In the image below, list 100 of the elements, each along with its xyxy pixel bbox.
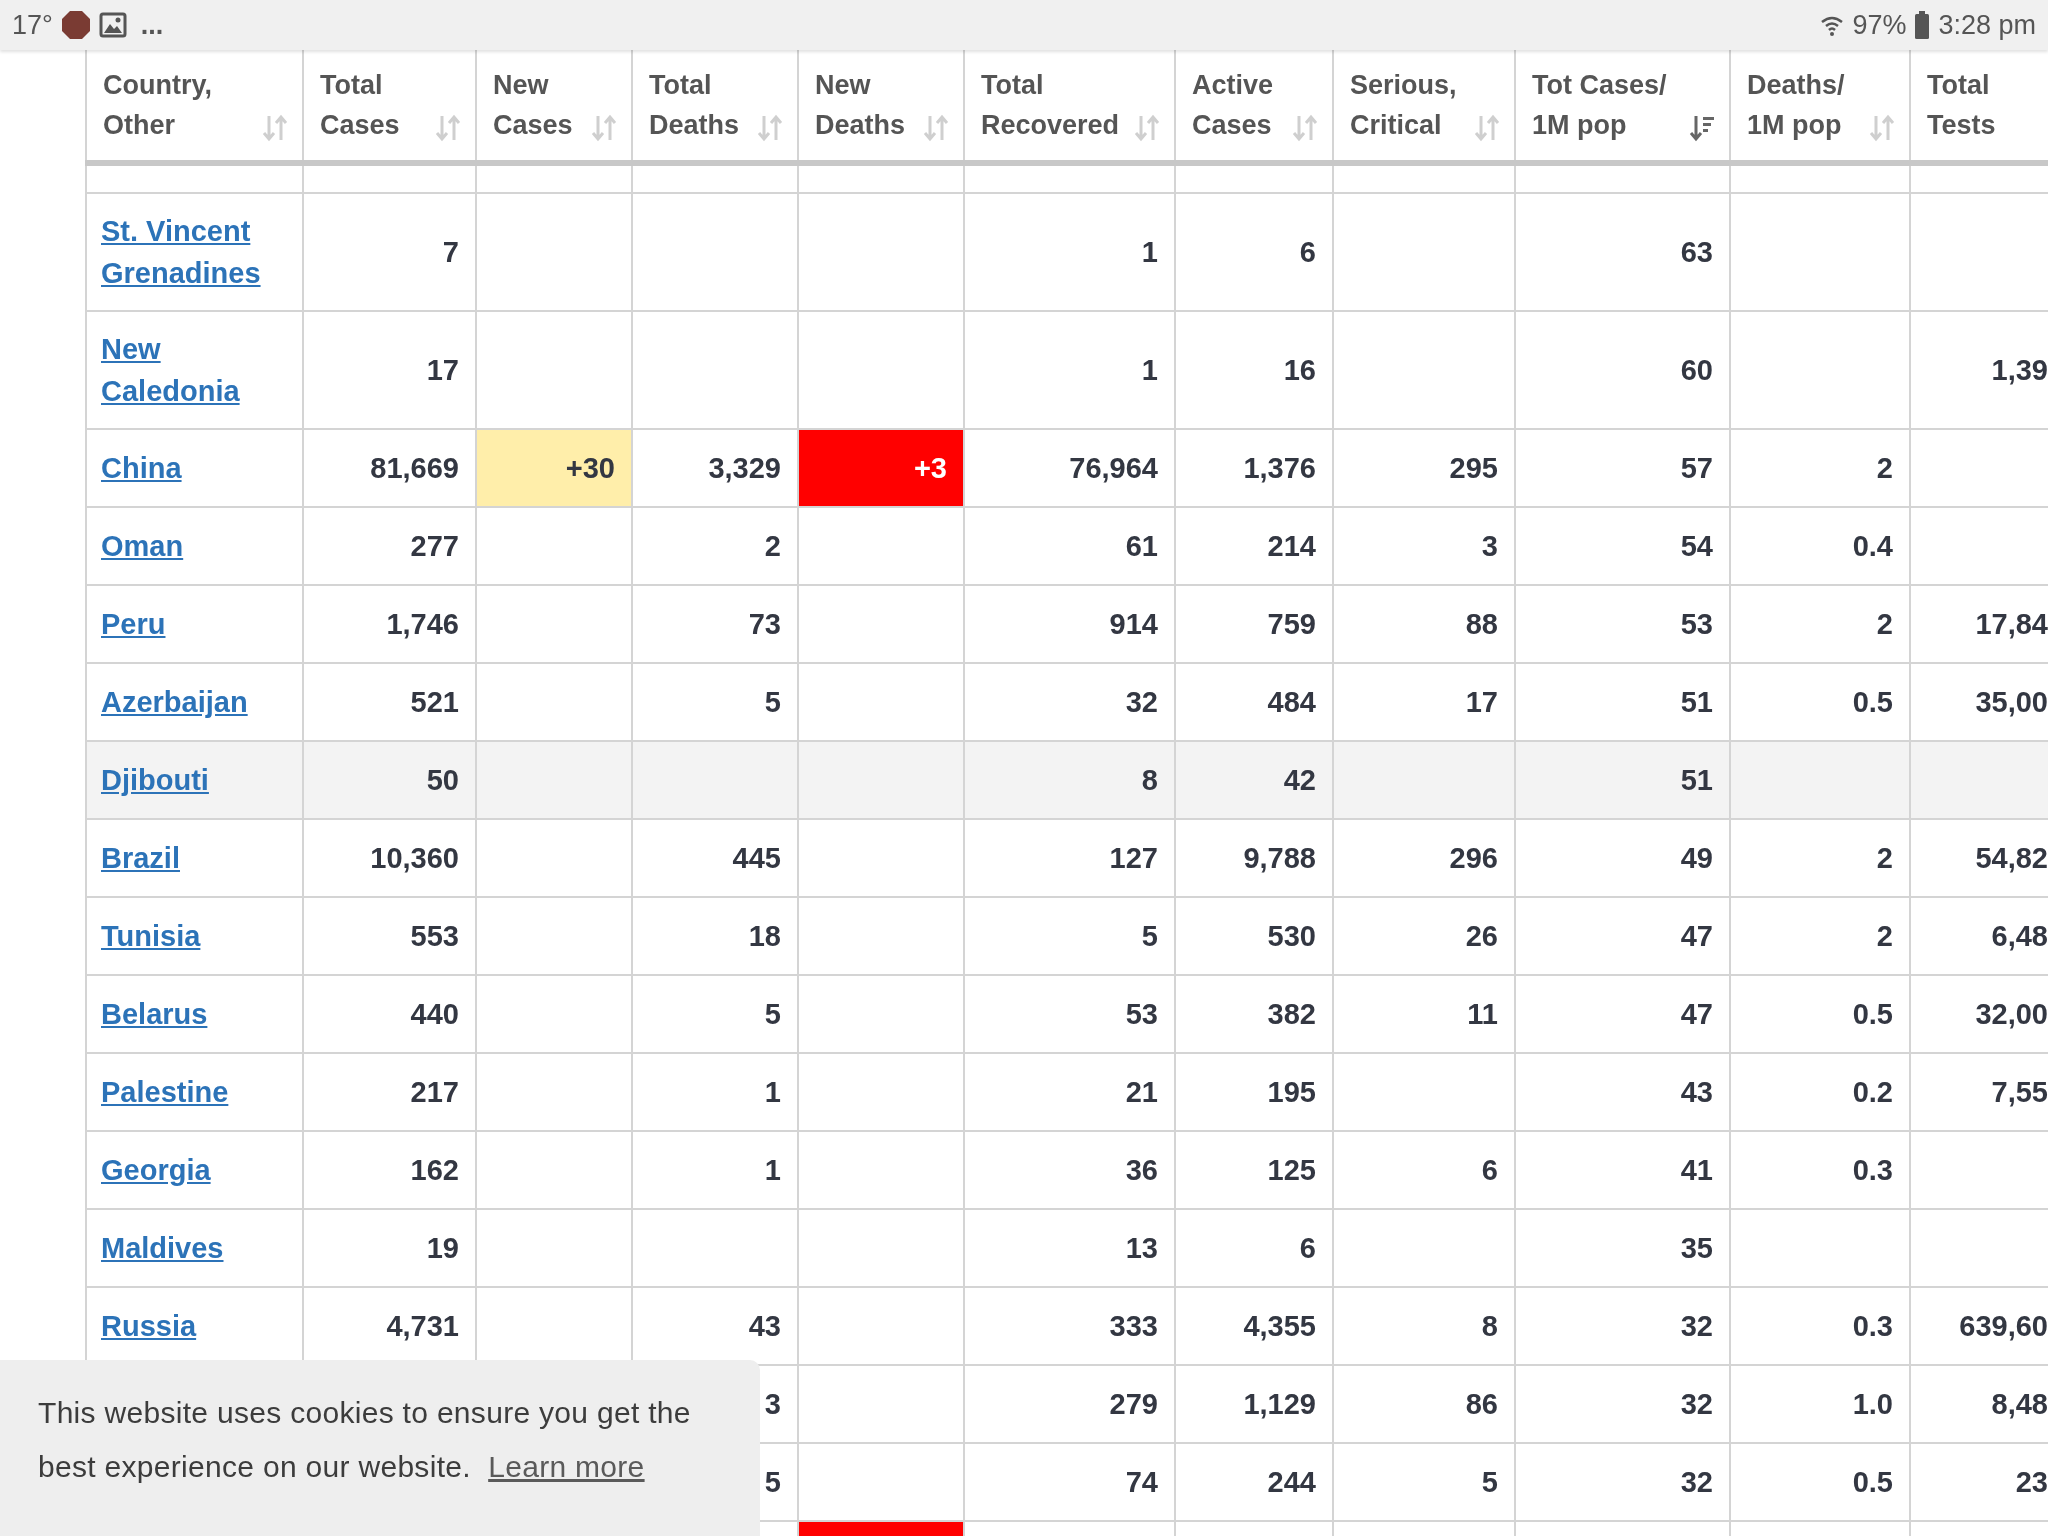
country-link[interactable]: Palestine — [101, 1071, 229, 1113]
table-cell: 2 — [631, 508, 797, 586]
column-header[interactable]: Serious, Critical — [1332, 50, 1514, 160]
table-cell: 0.5 — [1729, 976, 1909, 1054]
table-cell: 18 — [631, 898, 797, 976]
table-cell: 47 — [1514, 976, 1729, 1054]
table-cell: 6,48 — [1909, 898, 2048, 976]
table-cell: 49 — [1514, 820, 1729, 898]
table-cell: 61 — [963, 508, 1174, 586]
country-link[interactable]: St. Vincent Grenadines — [101, 210, 288, 294]
table-cell: 333 — [963, 1288, 1174, 1366]
country-link[interactable]: Tunisia — [101, 915, 201, 957]
table-cell: 16 — [1174, 312, 1332, 430]
column-header[interactable]: Total Tests — [1909, 50, 2048, 160]
country-link[interactable]: Brazil — [101, 837, 180, 879]
table-cell: 54,82 — [1909, 820, 2048, 898]
country-link[interactable]: Russia — [101, 1305, 197, 1347]
table-cell: 8 — [963, 742, 1174, 820]
column-header[interactable]: Active Cases — [1174, 50, 1332, 160]
table-cell: 0.2 — [1729, 1054, 1909, 1132]
table-cell: 244 — [1174, 1444, 1332, 1522]
column-header[interactable]: Total Recovered — [963, 50, 1174, 160]
country-link[interactable]: China — [101, 447, 182, 489]
table-cell: 36 — [963, 1132, 1174, 1210]
column-header[interactable]: Total Deaths — [631, 50, 797, 160]
table-cell: 1.0 — [1729, 1366, 1909, 1444]
table-cell: 6 — [1174, 194, 1332, 312]
highlighted-cell: +30 — [475, 430, 631, 508]
table-cell: 23 — [1909, 1444, 2048, 1522]
table-cell: 440 — [302, 976, 475, 1054]
table-cell: 32,00 — [1909, 976, 2048, 1054]
table-cell: 125 — [1174, 1132, 1332, 1210]
table-cell: 42 — [1174, 742, 1332, 820]
table-cell: 43 — [1514, 1054, 1729, 1132]
table-cell: 88 — [1332, 586, 1514, 664]
table-cell: 26 — [1332, 898, 1514, 976]
table-cell: 35 — [1514, 1210, 1729, 1288]
table-cell: 759 — [1174, 586, 1332, 664]
octagon-icon — [60, 10, 91, 40]
table-cell: 10,360 — [302, 820, 475, 898]
temperature: 17° — [12, 9, 53, 41]
table-cell: 445 — [631, 820, 797, 898]
table-cell: 6 — [1332, 1132, 1514, 1210]
highlighted-cell: +3 — [797, 430, 963, 508]
table-cell: 217 — [302, 1054, 475, 1132]
table-cell: 2 — [1729, 820, 1909, 898]
table-cell: 53 — [963, 976, 1174, 1054]
table-cell: 1,376 — [1174, 430, 1332, 508]
table-cell: 50 — [302, 742, 475, 820]
table-cell: 0.3 — [1729, 1132, 1909, 1210]
table-cell: 53 — [1514, 586, 1729, 664]
column-header[interactable]: New Cases — [475, 50, 631, 160]
table-cell: 162 — [302, 1132, 475, 1210]
table-cell: 86 — [1332, 1366, 1514, 1444]
country-link[interactable]: Peru — [101, 603, 166, 645]
country-link[interactable]: Azerbaijan — [101, 681, 248, 723]
table-cell: 7 — [302, 194, 475, 312]
table-cell: 1,746 — [302, 586, 475, 664]
country-link[interactable]: Belarus — [101, 993, 208, 1035]
table-cell: 6 — [1174, 1210, 1332, 1288]
table-cell: 2 — [1729, 430, 1909, 508]
table-cell: 1 — [963, 312, 1174, 430]
table-cell: 277 — [302, 508, 475, 586]
table-cell: 17,84 — [1909, 586, 2048, 664]
table-cell: 8 — [1332, 1288, 1514, 1366]
table-cell: 2 — [1729, 586, 1909, 664]
table-cell: 21 — [963, 1054, 1174, 1132]
table-cell: 57 — [1514, 430, 1729, 508]
country-link[interactable]: Georgia — [101, 1149, 211, 1191]
column-header[interactable]: Country, Other — [85, 50, 302, 160]
column-header[interactable]: New Deaths — [797, 50, 963, 160]
table-cell: 3 — [1332, 508, 1514, 586]
column-header[interactable]: Total Cases — [302, 50, 475, 160]
table-cell: 279 — [963, 1366, 1174, 1444]
table-cell: 51 — [1514, 742, 1729, 820]
country-link[interactable]: Oman — [101, 525, 184, 567]
table-cell: 0.5 — [1729, 1444, 1909, 1522]
column-header[interactable]: Deaths/ 1M pop — [1729, 50, 1909, 160]
table-cell: 4,355 — [1174, 1288, 1332, 1366]
table-cell: 17 — [302, 312, 475, 430]
table-cell: 1 — [963, 194, 1174, 312]
table-cell: 32 — [1514, 1366, 1729, 1444]
table-cell: 8,48 — [1909, 1366, 2048, 1444]
country-link[interactable]: Maldives — [101, 1227, 224, 1269]
table-cell: 2 — [1729, 898, 1909, 976]
table-cell: 5 — [1332, 1444, 1514, 1522]
table-cell: 639,60 — [1909, 1288, 2048, 1366]
table-cell: 11 — [1332, 976, 1514, 1054]
table-cell: 41 — [1514, 1132, 1729, 1210]
table-cell: 73 — [631, 586, 797, 664]
table-cell: 47 — [1514, 898, 1729, 976]
table-cell: 13 — [963, 1210, 1174, 1288]
table-cell: 530 — [1174, 898, 1332, 976]
table-cell: 382 — [1174, 976, 1332, 1054]
table-cell: 295 — [1332, 430, 1514, 508]
column-header[interactable]: Tot Cases/ 1M pop — [1514, 50, 1729, 160]
country-link[interactable]: Djibouti — [101, 759, 209, 801]
country-link[interactable]: New Caledonia — [101, 328, 288, 412]
table-cell: 195 — [1174, 1054, 1332, 1132]
table-cell: 1 — [631, 1132, 797, 1210]
